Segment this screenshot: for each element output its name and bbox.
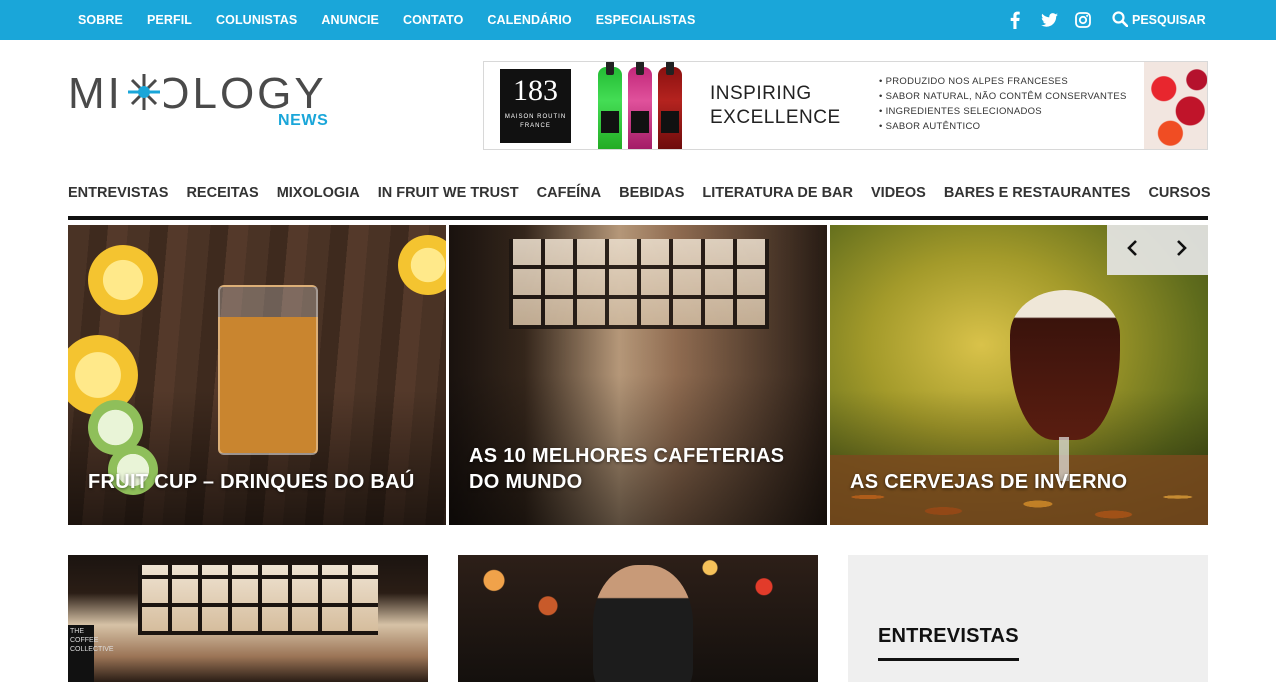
facebook-icon[interactable]: [1006, 11, 1024, 29]
site-logo[interactable]: MIXOLOGY NEWS: [68, 72, 338, 132]
main-nav-entrevistas[interactable]: ENTREVISTAS: [68, 176, 168, 210]
twitter-icon[interactable]: [1040, 11, 1058, 29]
logo-x-icon: [124, 72, 164, 112]
article-card-image[interactable]: THE COFFEE COLLECTIVE: [68, 555, 428, 682]
top-nav-colunistas[interactable]: COLUNISTAS: [216, 13, 297, 27]
slide-caption: AS CERVEJAS DE INVERNO: [850, 471, 1128, 493]
search-icon: [1112, 10, 1129, 30]
main-nav-cursos[interactable]: CURSOS: [1148, 176, 1210, 210]
slider-next-button[interactable]: [1157, 225, 1207, 275]
top-nav-contato[interactable]: CONTATO: [403, 13, 463, 27]
top-nav-calendario[interactable]: CALENDÁRIO: [487, 13, 571, 27]
chevron-left-icon: [1126, 239, 1138, 262]
cafe-window-image: [509, 239, 769, 329]
top-nav-especialistas[interactable]: ESPECIALISTAS: [596, 13, 696, 27]
top-nav: SOBRE PERFIL COLUNISTAS ANUNCIE CONTATO …: [78, 0, 695, 40]
slide-caption: AS 10 MELHORES CAFETERIAS DO MUNDO: [469, 445, 785, 493]
slide-caption: FRUIT CUP – DRINQUES DO BAÚ: [88, 471, 415, 493]
banner-headline-line: EXCELLENCE: [710, 107, 841, 128]
top-nav-perfil[interactable]: PERFIL: [147, 13, 192, 27]
banner-bullet: SABOR NATURAL, NÃO CONTÊM CONSERVANTES: [879, 89, 1127, 104]
logo-wordmark-part: OLOGY: [155, 69, 327, 118]
main-nav-bares-e-restaurantes[interactable]: BARES E RESTAURANTES: [944, 176, 1131, 210]
main-nav-mixologia[interactable]: MIXOLOGIA: [277, 176, 360, 210]
instagram-icon[interactable]: [1074, 11, 1092, 29]
slider-prev-button[interactable]: [1107, 225, 1157, 275]
cocktail-glass-image: [218, 285, 318, 455]
bottle-image: [658, 62, 682, 149]
logo-wordmark: MIXOLOGY: [68, 72, 327, 116]
banner-headline: INSPIRING EXCELLENCE: [710, 82, 841, 130]
search-label: PESQUISAR: [1132, 13, 1206, 27]
banner-brand-number: 183: [513, 74, 558, 107]
banner-headline-line: INSPIRING: [710, 83, 812, 104]
social-links: [1006, 0, 1092, 40]
shop-sign: THE COFFEE COLLECTIVE: [68, 625, 114, 682]
main-nav-literatura-de-bar[interactable]: LITERATURA DE BAR: [702, 176, 853, 210]
berries-image: [1144, 62, 1207, 149]
banner-bullet: SABOR AUTÊNTICO: [879, 119, 1127, 134]
banner-brand-sub: MAISON ROUTIN: [504, 114, 567, 120]
slide-fruit-cup[interactable]: FRUIT CUP – DRINQUES DO BAÚ: [68, 225, 446, 525]
main-nav-videos[interactable]: VIDEOS: [871, 176, 926, 210]
article-card-image[interactable]: [458, 555, 818, 682]
main-nav-receitas[interactable]: RECEITAS: [186, 176, 258, 210]
top-nav-anuncie[interactable]: ANUNCIE: [321, 13, 379, 27]
logo-wordmark-part: MI: [68, 69, 123, 118]
bottle-image: [628, 62, 652, 149]
logo-news: NEWS: [278, 112, 329, 129]
banner-brand-logo: 183 MAISON ROUTIN FRANCE: [500, 69, 571, 143]
sidebar-entrevistas: ENTREVISTAS: [848, 555, 1208, 682]
top-nav-sobre[interactable]: SOBRE: [78, 13, 123, 27]
main-nav-cafeina[interactable]: CAFEÍNA: [537, 176, 601, 210]
main-nav: ENTREVISTAS RECEITAS MIXOLOGIA IN FRUIT …: [68, 176, 1211, 220]
bottle-image: [598, 62, 622, 149]
search-button[interactable]: PESQUISAR: [1112, 0, 1206, 40]
slider-controls: [1107, 225, 1208, 275]
lemon-image: [88, 245, 158, 315]
lemon-image: [398, 235, 446, 295]
banner-brand-country: FRANCE: [520, 123, 551, 129]
ad-banner[interactable]: 183 MAISON ROUTIN FRANCE INSPIRING EXCEL…: [483, 61, 1208, 150]
chevron-right-icon: [1176, 239, 1188, 262]
beer-glass-image: [1010, 290, 1120, 440]
cafe-window-image: [138, 565, 378, 635]
slide-cafeterias[interactable]: AS 10 MELHORES CAFETERIAS DO MUNDO: [449, 225, 827, 525]
main-nav-in-fruit-we-trust[interactable]: IN FRUIT WE TRUST: [378, 176, 519, 210]
main-nav-bebidas[interactable]: BEBIDAS: [619, 176, 684, 210]
banner-bullet-list: PRODUZIDO NOS ALPES FRANCESES SABOR NATU…: [879, 74, 1127, 134]
sidebar-title: ENTREVISTAS: [878, 625, 1019, 661]
banner-bullet: INGREDIENTES SELECIONADOS: [879, 104, 1127, 119]
top-bar: SOBRE PERFIL COLUNISTAS ANUNCIE CONTATO …: [0, 0, 1276, 40]
banner-bullet: PRODUZIDO NOS ALPES FRANCESES: [879, 74, 1127, 89]
bartender-image: [593, 565, 693, 682]
